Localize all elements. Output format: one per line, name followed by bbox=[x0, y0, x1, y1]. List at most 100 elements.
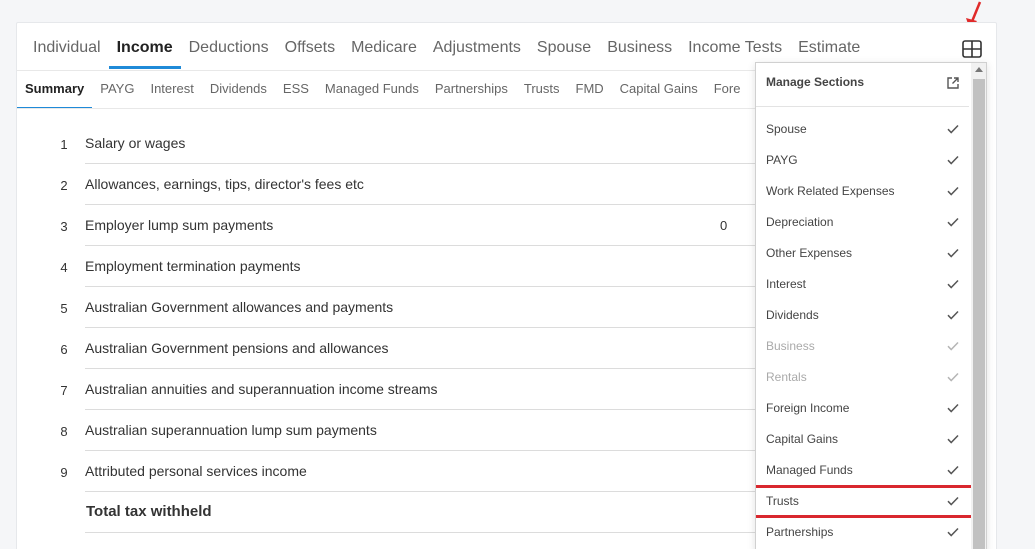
total-tax-withheld-label: Total tax withheld bbox=[85, 492, 757, 533]
checkmark-icon bbox=[947, 527, 959, 537]
section-item-label: Depreciation bbox=[766, 215, 834, 229]
checkmark-icon bbox=[947, 217, 959, 227]
row-number: 9 bbox=[60, 465, 68, 480]
table-row[interactable]: 3 Employer lump sum payments 0 bbox=[17, 205, 757, 246]
section-item-label: Managed Funds bbox=[766, 463, 853, 477]
subtab-partnerships[interactable]: Partnerships bbox=[427, 71, 516, 108]
checkmark-icon bbox=[947, 155, 959, 165]
row-label[interactable]: Australian Government pensions and allow… bbox=[85, 328, 757, 369]
row-label[interactable]: Salary or wages bbox=[85, 123, 757, 164]
section-item-label: Partnerships bbox=[766, 525, 834, 539]
checkmark-icon bbox=[947, 341, 959, 351]
manage-sections-title: Manage Sections bbox=[766, 75, 865, 89]
row-label[interactable]: Allowances, earnings, tips, director's f… bbox=[85, 164, 757, 205]
section-item-label: PAYG bbox=[766, 153, 798, 167]
external-link-icon[interactable] bbox=[946, 76, 960, 90]
section-item-payg[interactable]: PAYG bbox=[756, 145, 969, 176]
manage-sections-dropdown: Manage Sections Spouse PAYG Work Related E… bbox=[755, 62, 987, 549]
subtab-capital-gains[interactable]: Capital Gains bbox=[612, 71, 706, 108]
subtab-interest[interactable]: Interest bbox=[142, 71, 201, 108]
section-item-label: Spouse bbox=[766, 122, 807, 136]
row-label[interactable]: Attributed personal services income bbox=[85, 451, 757, 492]
section-item-label: Foreign Income bbox=[766, 401, 850, 415]
row-number: 6 bbox=[60, 342, 68, 357]
row-number: 2 bbox=[60, 178, 68, 193]
scroll-up-arrow-icon[interactable] bbox=[975, 67, 983, 72]
section-item-business: Business bbox=[756, 331, 969, 362]
table-row[interactable]: 6 Australian Government pensions and allo… bbox=[17, 328, 757, 369]
row-number: 7 bbox=[60, 383, 68, 398]
manage-sections-list: Spouse PAYG Work Related Expenses Depreciat… bbox=[756, 114, 975, 548]
row-number: 8 bbox=[60, 424, 68, 439]
section-item-interest[interactable]: Interest bbox=[756, 269, 969, 300]
manage-sections-header: Manage Sections bbox=[756, 63, 969, 107]
tab-offsets[interactable]: Offsets bbox=[277, 37, 343, 69]
checkmark-icon bbox=[947, 186, 959, 196]
section-item-label: Interest bbox=[766, 277, 807, 291]
section-item-label: Capital Gains bbox=[766, 432, 839, 446]
checkmark-icon bbox=[947, 248, 959, 258]
subtab-payg[interactable]: PAYG bbox=[92, 71, 142, 108]
table-row[interactable]: 1 Salary or wages bbox=[17, 123, 757, 164]
tab-spouse[interactable]: Spouse bbox=[529, 37, 599, 69]
section-item-other-expenses[interactable]: Other Expenses bbox=[756, 238, 969, 269]
subtab-trusts[interactable]: Trusts bbox=[516, 71, 568, 108]
tab-income[interactable]: Income bbox=[108, 37, 181, 69]
section-item-label: Rentals bbox=[766, 370, 807, 384]
section-item-dividends[interactable]: Dividends bbox=[756, 300, 969, 331]
section-item-label: Work Related Expenses bbox=[766, 184, 895, 198]
section-item-label: Business bbox=[766, 339, 815, 353]
table-row[interactable]: 9 Attributed personal services income bbox=[17, 451, 757, 492]
main-tabs: Individual Income Deductions Offsets Medicar… bbox=[17, 37, 868, 69]
row-label[interactable]: Australian superannuation lump sum payme… bbox=[85, 410, 757, 451]
checkmark-icon bbox=[947, 496, 959, 506]
row-label[interactable]: Employer lump sum payments bbox=[85, 205, 757, 246]
dropdown-scrollbar[interactable] bbox=[971, 63, 986, 549]
table-row[interactable]: 7 Australian annuities and superannuation… bbox=[17, 369, 757, 410]
row-number: 1 bbox=[60, 137, 68, 152]
row-value: 0 bbox=[720, 218, 728, 233]
section-item-label: Trusts bbox=[766, 494, 799, 508]
table-row[interactable]: 8 Australian superannuation lump sum paym… bbox=[17, 410, 757, 451]
subtab-fore[interactable]: Fore bbox=[706, 71, 749, 108]
table-row[interactable]: 5 Australian Government allowances and pa… bbox=[17, 287, 757, 328]
subtab-managed-funds[interactable]: Managed Funds bbox=[317, 71, 427, 108]
checkmark-icon bbox=[947, 372, 959, 382]
checkmark-icon bbox=[947, 310, 959, 320]
section-item-spouse[interactable]: Spouse bbox=[756, 114, 969, 145]
income-sub-tabs: Summary PAYG Interest Dividends ESS Managed F… bbox=[17, 70, 757, 109]
checkmark-icon bbox=[947, 279, 959, 289]
row-label[interactable]: Employment termination payments bbox=[85, 246, 757, 287]
row-label[interactable]: Australian Government allowances and pay… bbox=[85, 287, 757, 328]
section-item-capital-gains[interactable]: Capital Gains bbox=[756, 424, 969, 455]
tax-withheld-table: 1 Salary or wages 2 Allowances, earnings, t… bbox=[17, 123, 757, 533]
section-item-trusts[interactable]: Trusts bbox=[756, 485, 975, 518]
section-item-managed-funds[interactable]: Managed Funds bbox=[756, 455, 969, 486]
table-row[interactable]: 4 Employment termination payments bbox=[17, 246, 757, 287]
scrollbar-thumb[interactable] bbox=[973, 79, 985, 549]
row-label[interactable]: Australian annuities and superannuation … bbox=[85, 369, 757, 410]
checkmark-icon bbox=[947, 434, 959, 444]
subtab-dividends[interactable]: Dividends bbox=[202, 71, 275, 108]
total-row: Total tax withheld bbox=[17, 492, 757, 533]
section-item-depreciation[interactable]: Depreciation bbox=[756, 207, 969, 238]
row-number: 4 bbox=[60, 260, 68, 275]
subtab-summary[interactable]: Summary bbox=[17, 71, 93, 108]
manage-sections-grid-icon[interactable] bbox=[961, 39, 983, 59]
section-item-work-related-expenses[interactable]: Work Related Expenses bbox=[756, 176, 969, 207]
tab-individual[interactable]: Individual bbox=[25, 37, 109, 69]
checkmark-icon bbox=[947, 465, 959, 475]
subtab-fmd[interactable]: FMD bbox=[568, 71, 612, 108]
section-item-partnerships[interactable]: Partnerships bbox=[756, 517, 969, 548]
section-item-label: Dividends bbox=[766, 308, 819, 322]
row-number: 5 bbox=[60, 301, 68, 316]
tab-business[interactable]: Business bbox=[599, 37, 680, 69]
checkmark-icon bbox=[947, 124, 959, 134]
tab-medicare[interactable]: Medicare bbox=[343, 37, 425, 69]
section-item-rentals: Rentals bbox=[756, 362, 969, 393]
section-item-foreign-income[interactable]: Foreign Income bbox=[756, 393, 969, 424]
tab-adjustments[interactable]: Adjustments bbox=[425, 37, 529, 69]
tab-deductions[interactable]: Deductions bbox=[181, 37, 277, 69]
subtab-ess[interactable]: ESS bbox=[275, 71, 317, 108]
table-row[interactable]: 2 Allowances, earnings, tips, director's … bbox=[17, 164, 757, 205]
